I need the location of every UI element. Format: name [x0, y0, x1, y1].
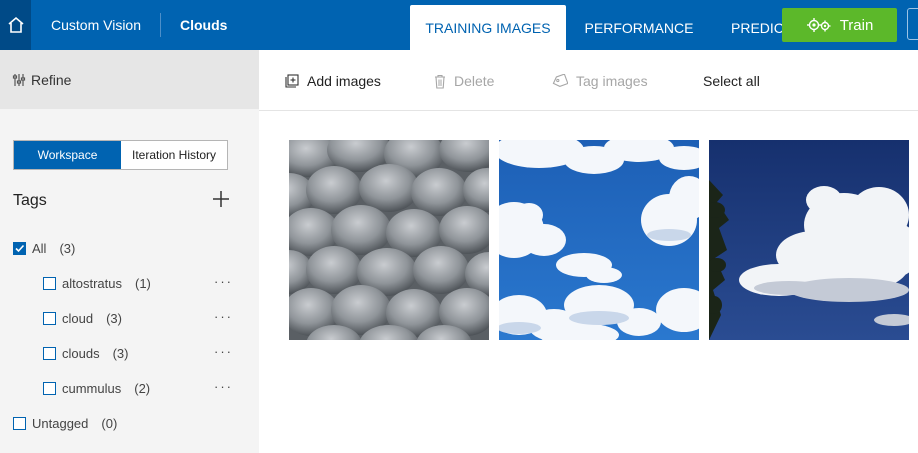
top-right-button[interactable]: [907, 8, 918, 40]
home-button[interactable]: [0, 0, 31, 50]
tag-checkbox[interactable]: [43, 346, 56, 360]
sliders-icon: [12, 73, 26, 86]
tag-label: cloud: [62, 310, 94, 326]
breadcrumb-product[interactable]: Custom Vision: [51, 17, 141, 33]
sidebar: Refine Workspace Iteration History Tags …: [0, 50, 259, 453]
all-checkbox[interactable]: [13, 241, 26, 255]
tag-count: (3): [112, 345, 129, 361]
tag-icon: [552, 74, 568, 87]
tags-heading: Tags: [13, 192, 47, 209]
add-images-label: Add images: [307, 73, 381, 89]
image-thumbnail: [709, 140, 909, 340]
tab-training-images[interactable]: TRAINING IMAGES: [410, 5, 566, 50]
tab-performance[interactable]: PERFORMANCE: [575, 5, 703, 50]
tag-more-options[interactable]: ···: [214, 344, 233, 359]
tag-more-options[interactable]: ···: [214, 274, 233, 289]
breadcrumb-project[interactable]: Clouds: [180, 17, 227, 33]
tag-checkbox[interactable]: [43, 381, 56, 395]
refine-label: Refine: [31, 71, 72, 88]
home-icon: [7, 16, 24, 33]
delete-button[interactable]: Delete: [434, 72, 494, 90]
select-all-button[interactable]: Select all: [703, 72, 760, 90]
breadcrumb-divider: [160, 13, 161, 37]
tag-checkbox[interactable]: [43, 276, 56, 290]
tag-count: (3): [106, 310, 122, 326]
iteration-history-toggle[interactable]: Iteration History: [121, 141, 227, 169]
tag-row-altostratus[interactable]: altostratus (1): [43, 273, 151, 293]
tag-row-clouds[interactable]: clouds (3): [43, 343, 128, 363]
tag-row-all[interactable]: All (3): [13, 238, 75, 258]
tag-count: (0): [101, 415, 118, 431]
tag-label: altostratus: [62, 275, 122, 291]
tag-count: (1): [134, 275, 151, 291]
tag-images-label: Tag images: [576, 73, 648, 89]
tag-count: (2): [134, 380, 151, 396]
cumulus-over-trees-image[interactable]: [709, 140, 909, 340]
add-images-button[interactable]: Add images: [285, 72, 381, 90]
train-button[interactable]: Train: [782, 8, 897, 42]
untagged-checkbox[interactable]: [13, 416, 26, 430]
tag-images-button[interactable]: Tag images: [552, 72, 648, 90]
image-thumbnail: [499, 140, 699, 340]
tag-label: Untagged: [32, 415, 89, 431]
view-switcher: Workspace Iteration History: [13, 140, 228, 170]
tag-more-options[interactable]: ···: [214, 309, 233, 324]
tag-label: All: [32, 240, 47, 256]
top-navigation-bar: Custom Vision Clouds TRAINING IMAGES PER…: [0, 0, 918, 50]
blue-sky-cumulus-image[interactable]: [499, 140, 699, 340]
tag-label: cummulus: [62, 380, 122, 396]
train-button-label: Train: [839, 16, 874, 34]
workspace-toggle[interactable]: Workspace: [14, 141, 121, 169]
add-image-icon: [285, 74, 299, 88]
tag-row-cloud[interactable]: cloud (3): [43, 308, 122, 328]
add-tag-icon[interactable]: [210, 188, 232, 210]
refine-bar[interactable]: Refine: [0, 50, 259, 109]
tag-checkbox[interactable]: [43, 311, 56, 325]
mammatus-clouds-image[interactable]: [289, 140, 489, 340]
image-toolbar: Add images Delete Tag images Select all: [259, 50, 918, 111]
image-thumbnail: [289, 140, 489, 340]
tag-count: (3): [59, 240, 76, 256]
delete-label: Delete: [454, 73, 495, 89]
tag-row-cummulus[interactable]: cummulus (2): [43, 378, 150, 398]
tag-row-untagged[interactable]: Untagged (0): [13, 413, 117, 433]
tag-label: clouds: [62, 345, 100, 361]
gears-icon: [806, 18, 831, 32]
checkmark-icon: [15, 244, 25, 252]
trash-icon: [435, 74, 445, 89]
tag-more-options[interactable]: ···: [214, 379, 233, 394]
